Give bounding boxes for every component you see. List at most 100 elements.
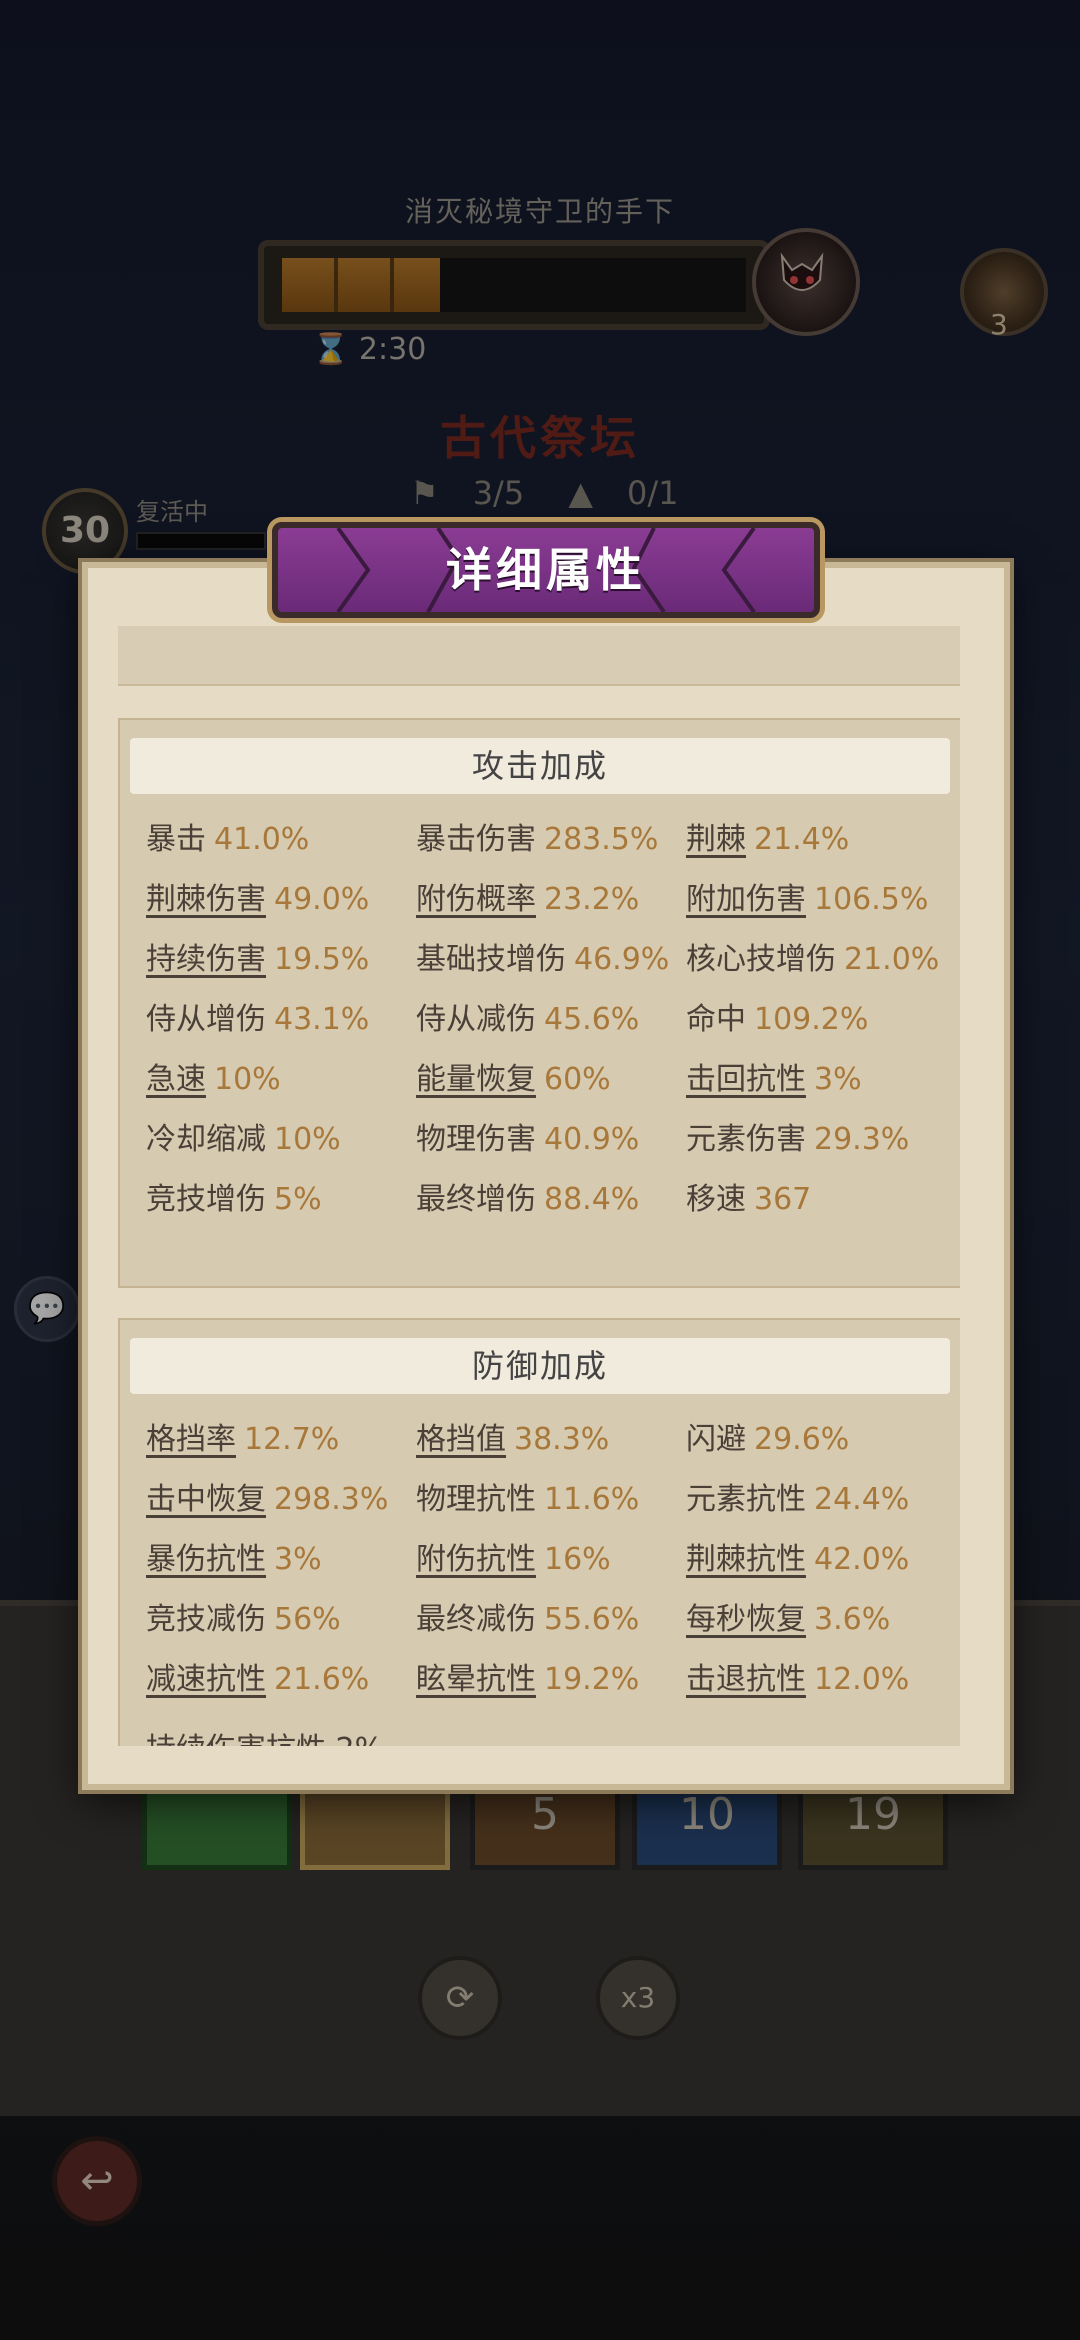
attack-stat-6[interactable]: 持续伤害 19.5% — [146, 940, 369, 980]
defense-stat-value: 3% — [274, 1542, 322, 1577]
defense-stat-0[interactable]: 格挡率 12.7% — [146, 1420, 339, 1460]
defense-stat-4: 物理抗性 11.6% — [416, 1480, 639, 1520]
defense-stat-11[interactable]: 每秒恢复 3.6% — [686, 1600, 890, 1640]
attack-stat-label: 暴击 — [146, 822, 206, 857]
attack-stat-label: 核心技增伤 — [686, 942, 836, 977]
attack-stat-label: 元素伤害 — [686, 1122, 806, 1157]
cut-off-stat: 持续伤害抗性 2% — [146, 1724, 383, 1746]
defense-stat-label[interactable]: 格挡率 — [146, 1422, 236, 1457]
defense-stat-value: 11.6% — [544, 1482, 640, 1517]
attack-stat-20: 移速 367 — [686, 1180, 811, 1220]
attack-stat-3[interactable]: 荆棘伤害 49.0% — [146, 880, 369, 920]
attack-stat-label[interactable]: 持续伤害 — [146, 942, 266, 977]
defense-stat-value: 19.2% — [544, 1662, 640, 1697]
attack-stat-label: 侍从增伤 — [146, 1002, 266, 1037]
defense-stat-value: 16% — [544, 1542, 611, 1577]
attack-stat-5[interactable]: 附加伤害 106.5% — [686, 880, 928, 920]
attack-stat-14[interactable]: 击回抗性 3% — [686, 1060, 862, 1100]
attack-stat-value: 19.5% — [274, 942, 370, 977]
attack-stat-7: 基础技增伤 46.9% — [416, 940, 669, 980]
attack-stat-2[interactable]: 荆棘 21.4% — [686, 820, 849, 860]
attack-stat-value: 29.3% — [814, 1122, 910, 1157]
defense-stat-8[interactable]: 荆棘抗性 42.0% — [686, 1540, 909, 1580]
attack-stat-label: 物理伤害 — [416, 1122, 536, 1157]
defense-stat-value: 21.6% — [274, 1662, 370, 1697]
defense-stat-6[interactable]: 暴伤抗性 3% — [146, 1540, 322, 1580]
defense-stat-value: 38.3% — [514, 1422, 610, 1457]
attack-stat-11: 命中 109.2% — [686, 1000, 868, 1040]
attack-stat-13[interactable]: 能量恢复 60% — [416, 1060, 611, 1100]
defense-stat-label[interactable]: 每秒恢复 — [686, 1602, 806, 1637]
attack-stat-label[interactable]: 附伤概率 — [416, 882, 536, 917]
attack-stat-value: 60% — [544, 1062, 611, 1097]
attack-stat-label[interactable]: 能量恢复 — [416, 1062, 536, 1097]
attack-header: 攻击加成 — [130, 738, 950, 794]
defense-stat-value: 3.6% — [814, 1602, 891, 1637]
attack-stat-label: 竞技增伤 — [146, 1182, 266, 1217]
defense-stat-9: 竞技减伤 56% — [146, 1600, 341, 1640]
defense-stat-value: 55.6% — [544, 1602, 640, 1637]
defense-stat-label[interactable]: 减速抗性 — [146, 1662, 266, 1697]
attack-stat-label: 侍从减伤 — [416, 1002, 536, 1037]
attack-stat-value: 5% — [274, 1182, 322, 1217]
defense-section: 防御加成 格挡率 12.7% 格挡值 38.3% 闪避 29.6% 击中恢复 298.3% 物理… — [118, 1318, 960, 1746]
modal-title-banner: 详细属性 — [272, 522, 820, 618]
defense-stat-value: 298.3% — [274, 1482, 389, 1517]
attack-stat-label: 冷却缩减 — [146, 1122, 266, 1157]
attack-stat-value: 10% — [274, 1122, 341, 1157]
defense-stat-label: 物理抗性 — [416, 1482, 536, 1517]
attack-stat-value: 367 — [754, 1182, 812, 1217]
attack-stat-label: 暴击伤害 — [416, 822, 536, 857]
attack-stat-18: 竞技增伤 5% — [146, 1180, 322, 1220]
defense-stat-value: 12.0% — [814, 1662, 910, 1697]
attack-stat-value: 40.9% — [544, 1122, 640, 1157]
attack-stat-15: 冷却缩减 10% — [146, 1120, 341, 1160]
attack-stat-label: 命中 — [686, 1002, 746, 1037]
defense-stat-12[interactable]: 减速抗性 21.6% — [146, 1660, 369, 1700]
attack-stat-label: 最终增伤 — [416, 1182, 536, 1217]
defense-stat-5: 元素抗性 24.4% — [686, 1480, 909, 1520]
attributes-scroll-area[interactable]: 攻击加成 暴击 41.0% 暴击伤害 283.5% 荆棘 21.4% 荆棘伤害 49.0% 附伤… — [118, 626, 960, 1746]
defense-stat-value: 29.6% — [754, 1422, 850, 1457]
attack-stat-label[interactable]: 急速 — [146, 1062, 206, 1097]
defense-stat-label: 最终减伤 — [416, 1602, 536, 1637]
attack-stat-value: 45.6% — [544, 1002, 640, 1037]
defense-stat-10: 最终减伤 55.6% — [416, 1600, 639, 1640]
attack-stat-label: 基础技增伤 — [416, 942, 566, 977]
defense-stat-label[interactable]: 击退抗性 — [686, 1662, 806, 1697]
defense-stat-2: 闪避 29.6% — [686, 1420, 849, 1460]
attack-stat-value: 109.2% — [754, 1002, 869, 1037]
attack-stat-label[interactable]: 荆棘伤害 — [146, 882, 266, 917]
attack-stat-value: 88.4% — [544, 1182, 640, 1217]
defense-stat-label[interactable]: 暴伤抗性 — [146, 1542, 266, 1577]
attack-stat-12[interactable]: 急速 10% — [146, 1060, 281, 1100]
defense-stat-label[interactable]: 附伤抗性 — [416, 1542, 536, 1577]
defense-stat-label[interactable]: 击中恢复 — [146, 1482, 266, 1517]
defense-stat-3[interactable]: 击中恢复 298.3% — [146, 1480, 388, 1520]
defense-stat-value: 56% — [274, 1602, 341, 1637]
attack-stat-8: 核心技增伤 21.0% — [686, 940, 939, 980]
defense-stat-label: 元素抗性 — [686, 1482, 806, 1517]
defense-stat-14[interactable]: 击退抗性 12.0% — [686, 1660, 909, 1700]
defense-stat-label[interactable]: 荆棘抗性 — [686, 1542, 806, 1577]
attack-stat-label[interactable]: 荆棘 — [686, 822, 746, 857]
attack-stat-label[interactable]: 附加伤害 — [686, 882, 806, 917]
defense-stat-label[interactable]: 格挡值 — [416, 1422, 506, 1457]
defense-stat-1[interactable]: 格挡值 38.3% — [416, 1420, 609, 1460]
defense-header: 防御加成 — [130, 1338, 950, 1394]
attack-stat-17: 元素伤害 29.3% — [686, 1120, 909, 1160]
attack-section: 攻击加成 暴击 41.0% 暴击伤害 283.5% 荆棘 21.4% 荆棘伤害 49.0% 附伤… — [118, 718, 960, 1288]
attack-stat-value: 49.0% — [274, 882, 370, 917]
attack-stat-value: 46.9% — [574, 942, 670, 977]
defense-stat-label: 竞技减伤 — [146, 1602, 266, 1637]
attack-stat-label[interactable]: 击回抗性 — [686, 1062, 806, 1097]
attack-stat-4[interactable]: 附伤概率 23.2% — [416, 880, 639, 920]
attack-stat-value: 21.0% — [844, 942, 940, 977]
top-strip — [118, 626, 960, 686]
defense-stat-7[interactable]: 附伤抗性 16% — [416, 1540, 611, 1580]
defense-stat-13[interactable]: 眩晕抗性 19.2% — [416, 1660, 639, 1700]
defense-stat-label: 闪避 — [686, 1422, 746, 1457]
defense-stat-label[interactable]: 眩晕抗性 — [416, 1662, 536, 1697]
attack-stat-value: 3% — [814, 1062, 862, 1097]
attack-stat-value: 43.1% — [274, 1002, 370, 1037]
